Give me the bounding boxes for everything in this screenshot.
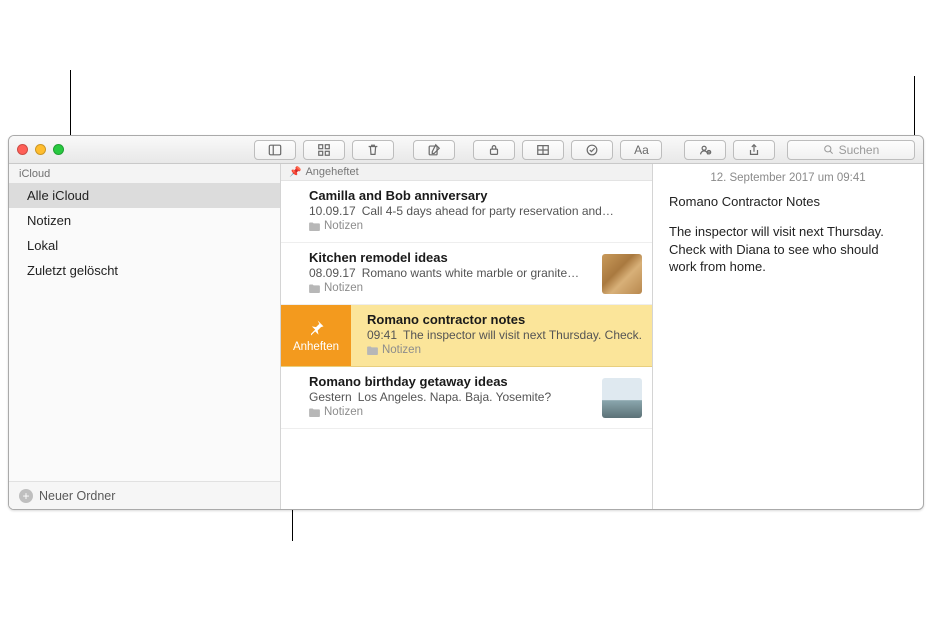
note-date: Gestern bbox=[309, 390, 352, 404]
compose-icon bbox=[427, 143, 441, 157]
note-detail: 12. September 2017 um 09:41 Romano Contr… bbox=[653, 164, 923, 509]
note-preview: Romano wants white marble or granite… bbox=[362, 266, 579, 280]
table-button[interactable] bbox=[522, 140, 564, 160]
folder-icon bbox=[309, 284, 320, 293]
table-icon bbox=[536, 143, 550, 157]
note-list: 📌 Angeheftet Camilla and Bob anniversary… bbox=[281, 164, 653, 509]
note-detail-title: Romano Contractor Notes bbox=[669, 194, 907, 209]
lock-note-button[interactable] bbox=[473, 140, 515, 160]
folder-icon bbox=[367, 346, 378, 355]
add-people-icon bbox=[698, 143, 712, 157]
note-detail-date: 12. September 2017 um 09:41 bbox=[669, 172, 907, 184]
note-title: Romano birthday getaway ideas bbox=[309, 374, 594, 389]
trash-icon bbox=[366, 143, 380, 157]
note-title: Kitchen remodel ideas bbox=[309, 250, 594, 265]
folder-sidebar: iCloud Alle iCloud Notizen Lokal Zuletzt… bbox=[9, 164, 281, 509]
note-thumbnail bbox=[602, 254, 642, 294]
note-row[interactable]: Romano birthday getaway ideas Gestern Los… bbox=[281, 367, 652, 429]
zoom-window-button[interactable] bbox=[53, 144, 64, 155]
checklist-icon bbox=[585, 143, 599, 157]
new-folder-button[interactable]: + Neuer Ordner bbox=[9, 481, 280, 509]
minimize-window-button[interactable] bbox=[35, 144, 46, 155]
note-row[interactable]: Anheften Romano contractor notes 09:41 Th… bbox=[281, 305, 652, 367]
titlebar: Aa Suchen bbox=[9, 136, 923, 164]
close-window-button[interactable] bbox=[17, 144, 28, 155]
note-date: 08.09.17 bbox=[309, 266, 356, 280]
checklist-button[interactable] bbox=[571, 140, 613, 160]
sidebar-item-recently-deleted[interactable]: Zuletzt gelöscht bbox=[9, 258, 280, 283]
format-button[interactable]: Aa bbox=[620, 140, 662, 160]
folder-icon bbox=[309, 222, 320, 231]
pin-action-button[interactable]: Anheften bbox=[281, 305, 351, 366]
note-title: Camilla and Bob anniversary bbox=[309, 188, 642, 203]
note-title: Romano contractor notes bbox=[367, 312, 642, 327]
delete-note-button[interactable] bbox=[352, 140, 394, 160]
grid-icon bbox=[317, 143, 331, 157]
new-note-button[interactable] bbox=[413, 140, 455, 160]
share-icon bbox=[747, 143, 761, 157]
pin-icon: 📌 bbox=[289, 167, 301, 178]
pin-icon bbox=[306, 318, 326, 338]
gallery-view-button[interactable] bbox=[303, 140, 345, 160]
add-people-button[interactable] bbox=[684, 140, 726, 160]
note-preview: The inspector will visit next Thursday. … bbox=[403, 328, 642, 342]
sidebar-icon bbox=[268, 143, 282, 157]
note-row[interactable]: Camilla and Bob anniversary 10.09.17 Call… bbox=[281, 181, 652, 243]
note-folder-label: Notizen bbox=[324, 282, 363, 294]
folder-icon bbox=[309, 408, 320, 417]
window-controls bbox=[17, 144, 64, 155]
note-date: 10.09.17 bbox=[309, 204, 356, 218]
sidebar-item-local[interactable]: Lokal bbox=[9, 233, 280, 258]
search-placeholder: Suchen bbox=[839, 143, 880, 157]
note-folder-label: Notizen bbox=[324, 406, 363, 418]
search-field[interactable]: Suchen bbox=[787, 140, 915, 160]
plus-icon: + bbox=[19, 489, 33, 503]
note-folder-label: Notizen bbox=[324, 220, 363, 232]
search-icon bbox=[823, 144, 834, 155]
account-header: iCloud bbox=[9, 164, 280, 183]
pinned-section-header: 📌 Angeheftet bbox=[281, 164, 652, 181]
lock-icon bbox=[487, 143, 501, 157]
note-date: 09:41 bbox=[367, 328, 397, 342]
toggle-sidebar-button[interactable] bbox=[254, 140, 296, 160]
new-folder-label: Neuer Ordner bbox=[39, 489, 115, 503]
note-thumbnail bbox=[602, 378, 642, 418]
app-window: Aa Suchen iCloud Alle iCloud Notizen Lok… bbox=[8, 135, 924, 510]
pin-action-label: Anheften bbox=[293, 341, 339, 353]
note-row[interactable]: Kitchen remodel ideas 08.09.17 Romano wan… bbox=[281, 243, 652, 305]
note-preview: Los Angeles. Napa. Baja. Yosemite? bbox=[358, 390, 551, 404]
sidebar-item-all-icloud[interactable]: Alle iCloud bbox=[9, 183, 280, 208]
note-preview: Call 4-5 days ahead for party reservatio… bbox=[362, 204, 614, 218]
note-detail-body[interactable]: The inspector will visit next Thursday. … bbox=[669, 223, 907, 276]
share-button[interactable] bbox=[733, 140, 775, 160]
note-folder-label: Notizen bbox=[382, 344, 421, 356]
sidebar-item-notes[interactable]: Notizen bbox=[9, 208, 280, 233]
